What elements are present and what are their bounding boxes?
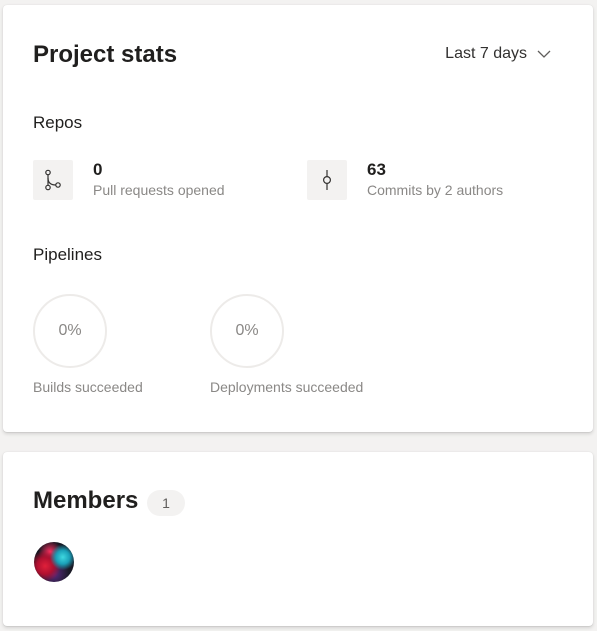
builds-succeeded-value: 0% [58, 322, 82, 339]
user-avatar[interactable] [34, 542, 74, 582]
commits-value: 63 [367, 160, 386, 179]
pull-requests-metric[interactable]: 0 Pull requests opened [33, 160, 225, 200]
repos-section-label: Repos [33, 113, 83, 132]
pull-request-icon [33, 160, 73, 200]
commits-label: Commits by 2 authors [367, 182, 504, 198]
members-title: Members [33, 487, 139, 514]
chevron-down-icon [537, 50, 551, 59]
deployments-succeeded-metric[interactable]: 0% Deployments succeeded [210, 294, 363, 395]
deployments-succeeded-label: Deployments succeeded [210, 379, 364, 395]
pipelines-section-label: Pipelines [33, 245, 102, 264]
members-count-badge: 1 [147, 490, 185, 516]
deployments-succeeded-ring: 0% [210, 294, 284, 368]
project-stats-title: Project stats [33, 41, 178, 68]
builds-succeeded-metric[interactable]: 0% Builds succeeded [33, 294, 143, 395]
project-stats-card: Project stats Last 7 days Repos 0 Pull r… [3, 5, 593, 432]
builds-succeeded-ring: 0% [33, 294, 107, 368]
commits-metric[interactable]: 63 Commits by 2 authors [307, 160, 503, 200]
members-card: Members 1 [3, 452, 593, 626]
pull-requests-value: 0 [93, 160, 103, 179]
time-range-dropdown[interactable]: Last 7 days [445, 45, 551, 63]
builds-succeeded-label: Builds succeeded [33, 379, 143, 395]
pull-requests-label: Pull requests opened [93, 182, 225, 198]
time-range-label: Last 7 days [445, 45, 527, 62]
deployments-succeeded-value: 0% [235, 322, 259, 339]
commit-icon [307, 160, 347, 200]
